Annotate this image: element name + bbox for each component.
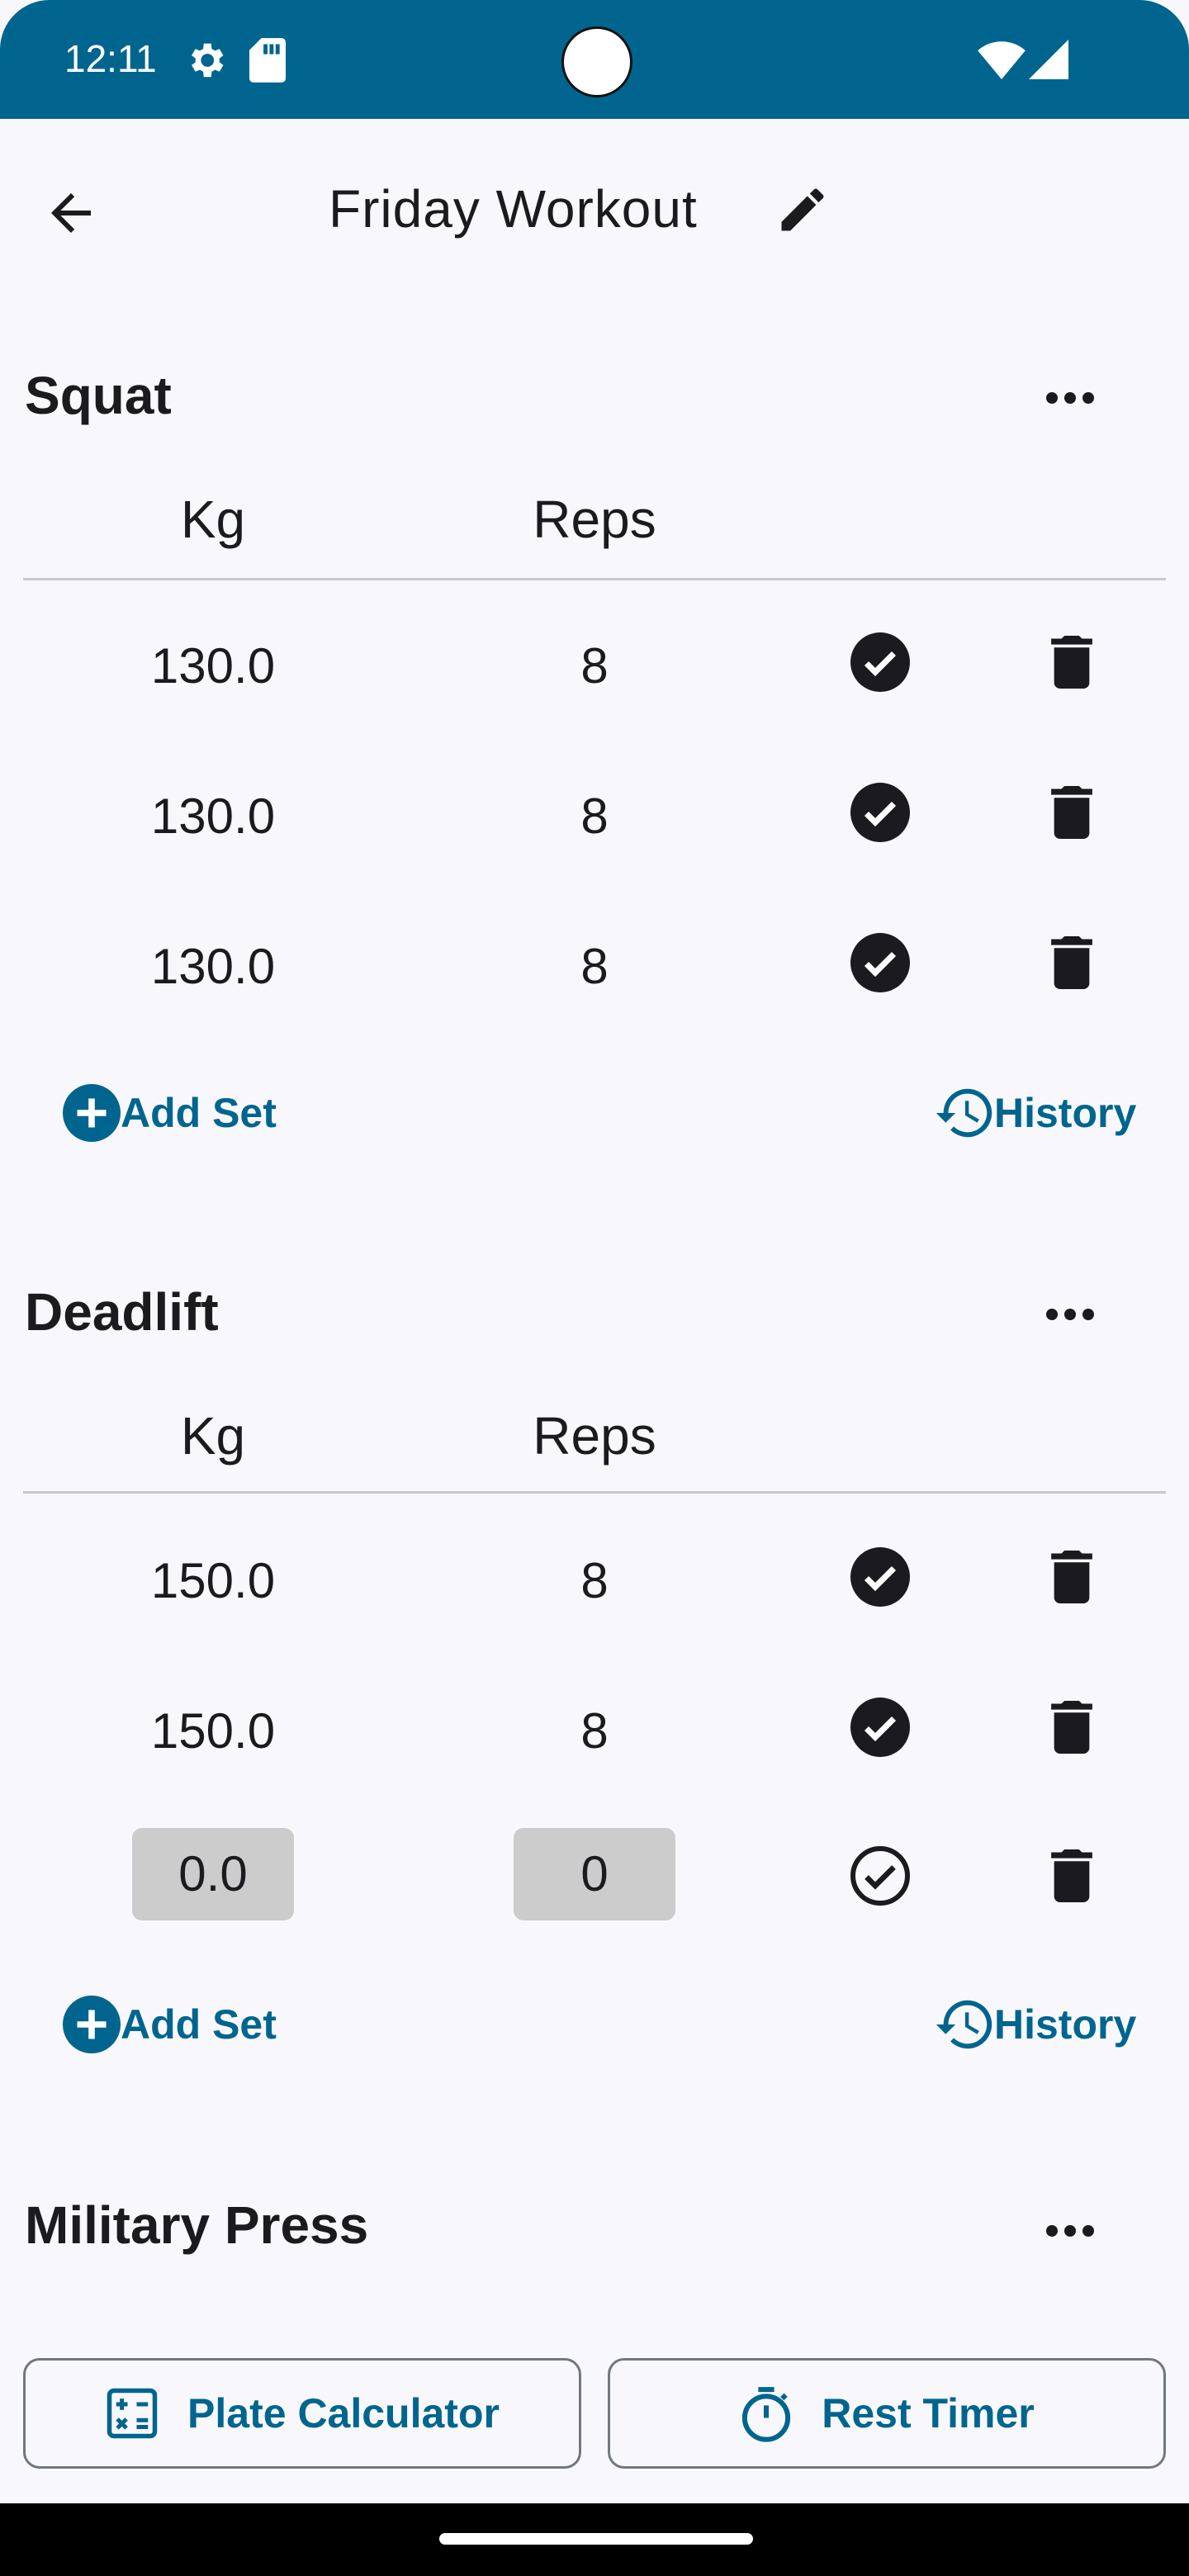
plate-calculator-button[interactable]: Plate Calculator <box>23 2358 581 2469</box>
page-title: Friday Workout <box>329 179 698 239</box>
add-set-button[interactable]: Add Set <box>63 1995 277 2054</box>
check-circle-filled-icon[interactable] <box>850 1547 910 1607</box>
history-label: History <box>994 2001 1137 2048</box>
status-bar: 12:11 <box>0 0 1189 119</box>
more-options-icon[interactable] <box>1044 2221 1097 2241</box>
column-header-reps: Reps <box>533 490 656 549</box>
add-circle-icon <box>63 1996 121 2053</box>
home-gesture-handle[interactable] <box>439 2533 753 2545</box>
wifi-icon <box>978 41 1026 79</box>
add-set-button[interactable]: Add Set <box>63 1083 277 1143</box>
set-reps[interactable]: 8 <box>471 788 718 845</box>
settings-icon <box>192 43 224 78</box>
exercise-name: Squat <box>25 366 172 425</box>
edit-pencil-icon[interactable] <box>775 182 831 238</box>
exercise-name: Military Press <box>25 2195 369 2255</box>
plate-calculator-label: Plate Calculator <box>187 2390 500 2436</box>
more-options-icon[interactable] <box>1044 1305 1097 1324</box>
status-time: 12:11 <box>64 37 157 80</box>
check-circle-filled-icon[interactable] <box>850 632 910 692</box>
delete-icon[interactable] <box>1050 786 1093 839</box>
delete-icon[interactable] <box>1050 936 1093 989</box>
set-reps[interactable]: 8 <box>471 938 718 995</box>
column-header-kg: Kg <box>180 490 246 549</box>
delete-icon[interactable] <box>1050 636 1093 689</box>
column-header-kg: Kg <box>180 1406 246 1466</box>
add-circle-icon <box>63 1084 121 1142</box>
camera-cutout <box>561 26 632 97</box>
history-button[interactable]: History <box>931 1995 1136 2054</box>
divider <box>23 1491 1166 1494</box>
delete-icon[interactable] <box>1050 1551 1093 1603</box>
history-button[interactable]: History <box>931 1083 1136 1143</box>
history-icon <box>936 2000 992 2049</box>
check-circle-outline-icon[interactable] <box>850 1846 910 1906</box>
rest-timer-button[interactable]: Rest Timer <box>608 2358 1166 2469</box>
delete-icon[interactable] <box>1050 1849 1093 1902</box>
column-header-reps: Reps <box>533 1406 656 1466</box>
delete-icon[interactable] <box>1050 1701 1093 1754</box>
set-weight[interactable]: 130.0 <box>89 637 337 694</box>
calculator-icon <box>107 2388 158 2439</box>
history-icon <box>936 1088 992 1138</box>
set-weight[interactable]: 150.0 <box>89 1552 337 1609</box>
divider <box>23 578 1166 580</box>
check-circle-filled-icon[interactable] <box>850 1698 910 1757</box>
set-reps[interactable]: 8 <box>471 1552 718 1609</box>
set-weight[interactable]: 130.0 <box>89 938 337 995</box>
set-reps[interactable]: 8 <box>471 1702 718 1759</box>
check-circle-filled-icon[interactable] <box>850 783 910 842</box>
add-set-label: Add Set <box>121 2001 277 2048</box>
reps-input[interactable]: 0 <box>514 1828 675 1920</box>
exercise-name: Deadlift <box>25 1282 219 1342</box>
check-circle-filled-icon[interactable] <box>850 933 910 992</box>
add-set-label: Add Set <box>121 1090 277 1136</box>
signal-icon <box>1029 40 1068 79</box>
timer-icon <box>742 2387 791 2442</box>
history-label: History <box>994 1090 1137 1136</box>
more-options-icon[interactable] <box>1044 388 1097 408</box>
sd-card-icon <box>249 38 286 83</box>
weight-input[interactable]: 0.0 <box>132 1828 294 1920</box>
rest-timer-label: Rest Timer <box>822 2390 1035 2436</box>
back-arrow-icon[interactable] <box>41 183 101 243</box>
set-weight[interactable]: 130.0 <box>89 788 337 845</box>
set-reps[interactable]: 8 <box>471 637 718 694</box>
set-weight[interactable]: 150.0 <box>89 1702 337 1759</box>
